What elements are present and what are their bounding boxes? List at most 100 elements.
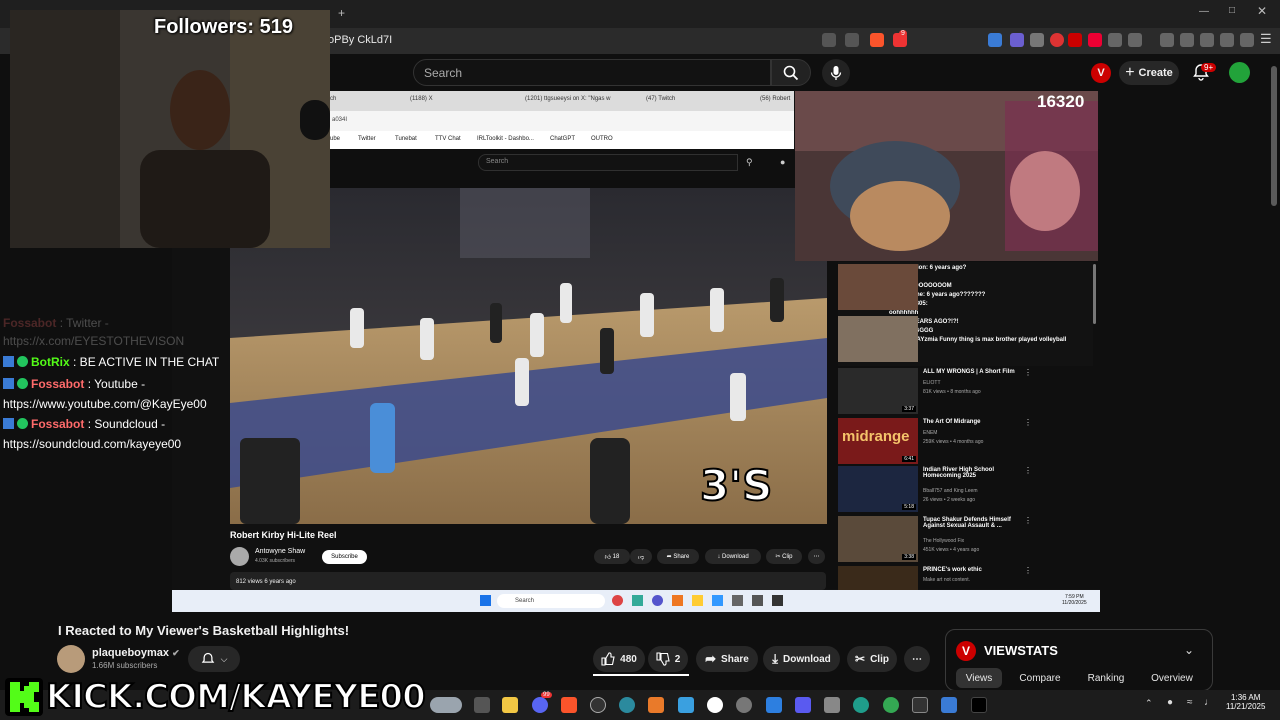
inner-chat-line: nahjusdillion: 6 years ago? [889,265,967,271]
youtube-extension-icon[interactable] [1088,33,1102,47]
voice-search-button[interactable] [822,59,850,87]
minimize-icon[interactable]: — [1199,6,1209,17]
chat-text: : Twitter - [59,316,109,330]
globe-icon[interactable] [619,697,635,713]
extension-icon[interactable] [988,33,1002,47]
volume-icon[interactable]: ♩ [1204,697,1214,708]
file-explorer-icon[interactable] [502,697,518,713]
screen-icon[interactable] [822,33,836,47]
chat-message: https://soundcloud.com/kayeye00 [3,437,182,451]
app-icon[interactable] [795,697,811,713]
inner-scrollbar [1093,264,1096,324]
viewstats-tab-overview[interactable]: Overview [1144,668,1200,688]
viewstats-tab-ranking[interactable]: Ranking [1080,668,1132,688]
account-avatar[interactable] [1229,62,1250,83]
clock-time: 1:36 AM [1231,693,1261,702]
rec-duration: 3:37 [902,406,916,412]
edge-icon[interactable] [853,697,869,713]
download-button[interactable]: ⤓ Download [763,646,840,672]
task-view-icon[interactable] [474,697,490,713]
app-icon[interactable] [766,697,782,713]
bookmark: ChatGPT [550,136,576,142]
chevron-down-icon[interactable]: ⌄ [1184,643,1194,657]
extension-icon[interactable] [1068,33,1082,47]
thumbs-down-icon [656,652,670,666]
chrome-icon[interactable] [883,697,899,713]
tray-chevron-icon[interactable]: ⌃ [1145,698,1153,709]
search-placeholder: Search [424,66,463,80]
inner-like-count: 18 [612,553,620,560]
inner-description-text: 812 views 6 years ago [236,579,296,585]
record-icon[interactable] [1050,33,1064,47]
discord-icon[interactable] [532,697,548,713]
kick-url-text: KICK.COM/KAYEYE00 [45,676,427,718]
notepad-icon[interactable] [678,697,694,713]
new-tab-button[interactable]: + [338,6,345,20]
app-icon[interactable] [941,697,957,713]
terminal-icon[interactable] [912,697,928,713]
share-button[interactable]: ➦ Share [696,646,758,672]
bookmark: OUTRO [591,136,613,142]
extension-icon[interactable] [1128,33,1142,47]
chevron-down-icon: ⌵ [220,653,228,664]
scissors-icon: ✂ [775,554,781,560]
app-icon[interactable] [648,697,664,713]
chatgpt-icon[interactable] [707,697,723,713]
share-label: Share [721,653,749,665]
obs-icon[interactable] [590,697,606,713]
bot-badge-icon [3,418,14,429]
score-overlay-text: 3'S [700,461,772,510]
scissors-icon: ✂ [855,652,866,666]
mic-tray-icon[interactable]: ● [1167,697,1173,708]
sidebar-icon[interactable] [1180,33,1194,47]
clip-button[interactable]: ✂ Clip [847,646,897,672]
extension-icon[interactable] [1030,33,1044,47]
wallet-icon[interactable] [1200,33,1214,47]
inner-chat-line: oojyh 6 YEARS AGO?!?! [889,319,959,325]
close-window-icon[interactable]: ✕ [1257,4,1267,18]
more-actions-button[interactable]: ⋯ [904,646,930,672]
notification-bell-button[interactable]: ⌵ [188,646,240,672]
scrollbar-thumb[interactable] [1271,66,1277,206]
wifi-icon[interactable]: ≈ [1187,697,1193,708]
channel-name[interactable]: plaqueboymax ✔ [92,647,180,659]
subscriber-count: 1.66M subscribers [92,661,158,670]
settings-icon[interactable] [736,697,752,713]
inner-like-button: 👍︎ 18 [594,549,630,564]
shield-icon[interactable] [1240,33,1254,47]
streamer-webcam [10,10,330,248]
calculator-icon[interactable] [824,697,840,713]
search-button[interactable] [771,59,811,86]
viewstats-tab-compare[interactable]: Compare [1014,668,1066,688]
url-text[interactable]: oPBy CkLd7I [328,34,392,46]
viewstats-tab-views[interactable]: Views [956,668,1002,688]
system-clock[interactable]: 1:36 AM 11/21/2025 [1226,693,1265,711]
brave-shield-icon[interactable] [870,33,884,47]
inner-tab: (1201) ttgsueeysi on X: "Ngas w [525,96,611,102]
inner-more-button: ⋯ [808,549,825,564]
share-icon[interactable] [845,33,859,47]
puzzle-icon[interactable] [1108,33,1122,47]
create-button[interactable]: + Create [1119,61,1179,85]
rec-thumbnail [838,566,918,590]
search-input[interactable] [413,59,771,86]
rec-menu-icon: ⋮ [1024,418,1032,427]
menu-icon[interactable]: ☰ [1260,31,1272,47]
channel-avatar[interactable] [57,645,85,673]
inner-channel-name: Antowyne Shaw [255,548,306,555]
share-icon: ➦ [666,554,672,560]
dislike-button[interactable]: 2 [648,646,688,672]
weather-icon[interactable] [430,697,462,713]
viewstats-header-icon[interactable]: V [1091,63,1111,83]
music-icon[interactable] [1160,33,1174,47]
like-button[interactable]: 480 [593,646,645,672]
rec-channel: The Hollywood Fix [923,538,965,544]
rec-thumbnail: midrange 6:41 [838,418,918,464]
maximize-icon[interactable]: □ [1229,5,1235,16]
brave-icon[interactable] [561,697,577,713]
sparkle-icon[interactable] [1220,33,1234,47]
extension-icon[interactable] [1010,33,1024,47]
tiktok-icon[interactable] [971,697,987,713]
rec-duration: 3:38 [902,554,916,560]
rec-title: PRINCE's work ethic [923,567,982,573]
